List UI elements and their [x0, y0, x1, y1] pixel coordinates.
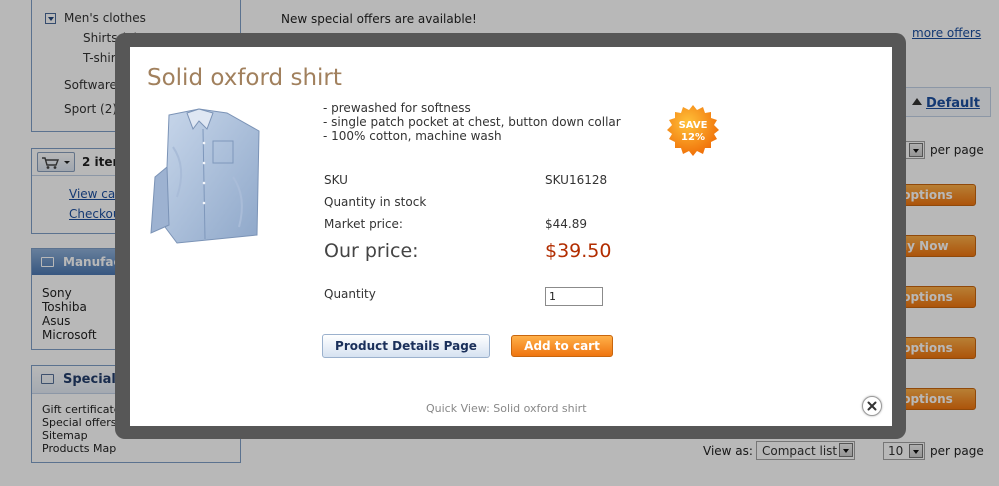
feature-item: - prewashed for softness: [323, 101, 471, 115]
add-to-cart-button[interactable]: Add to cart: [511, 335, 613, 357]
quick-view-caption: Quick View: Solid oxford shirt: [426, 402, 587, 415]
our-price-label: Our price:: [324, 240, 419, 262]
stock-label: Quantity in stock: [324, 195, 427, 209]
sku-value: SKU16128: [545, 173, 608, 187]
badge-line2: 12%: [681, 132, 705, 143]
product-features: - prewashed for softness - single patch …: [323, 101, 621, 143]
product-image[interactable]: [147, 107, 267, 247]
product-details-button[interactable]: Product Details Page: [322, 334, 490, 358]
close-button[interactable]: [862, 396, 882, 416]
quantity-input[interactable]: [545, 287, 603, 306]
close-icon[interactable]: [867, 401, 877, 411]
market-price-label: Market price:: [324, 217, 403, 231]
quantity-label: Quantity: [324, 287, 376, 301]
save-badge-icon: SAVE 12%: [667, 105, 719, 156]
market-price-value: $44.89: [545, 217, 587, 231]
sku-label: SKU: [324, 173, 348, 187]
our-price-value: $39.50: [545, 240, 612, 262]
product-title: Solid oxford shirt: [147, 65, 342, 91]
badge-line1: SAVE: [679, 120, 708, 131]
quick-view-modal: Solid oxford shirt - prewashed for softn…: [130, 47, 892, 426]
feature-item: - single patch pocket at chest, button d…: [323, 115, 621, 129]
feature-item: - 100% cotton, machine wash: [323, 129, 502, 143]
